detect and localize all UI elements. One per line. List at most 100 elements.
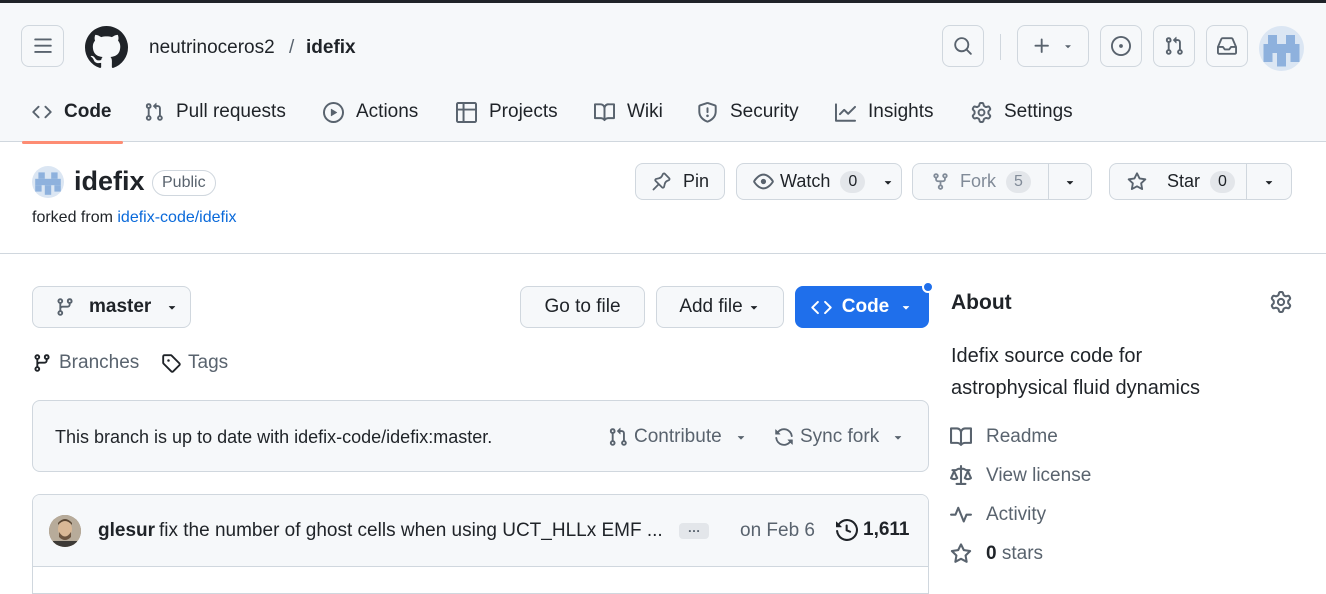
license-label: View license [986, 465, 1092, 486]
caret-down-icon [885, 180, 892, 185]
tab-projects[interactable]: Projects [456, 101, 558, 123]
latest-commit-row: glesur fix the number of ghost cells whe… [33, 495, 928, 567]
history-icon [836, 519, 858, 541]
breadcrumb-owner[interactable]: neutrinoceros2 [149, 37, 275, 59]
shield-icon [698, 101, 717, 123]
code-icon [811, 300, 832, 314]
user-avatar[interactable] [1259, 26, 1304, 71]
tab-settings[interactable]: Settings [971, 101, 1073, 123]
forked-from-line: forked from idefix-code/idefix [32, 209, 237, 227]
stars-label: stars [996, 543, 1044, 564]
star-button-group: Star 0 [1109, 163, 1292, 200]
issues-button[interactable] [1100, 25, 1142, 67]
caret-down-icon [1066, 180, 1074, 185]
watch-count: 0 [840, 170, 866, 193]
search-icon [954, 37, 972, 55]
repo-owner-avatar[interactable] [32, 166, 64, 198]
github-logo[interactable] [85, 26, 128, 69]
gear-icon [971, 101, 992, 123]
branch-status-box: This branch is up to date with idefix-co… [32, 400, 929, 472]
tags-link[interactable]: Tags [161, 352, 228, 374]
fork-dropdown[interactable] [1049, 175, 1091, 189]
star-count: 0 [1210, 170, 1235, 193]
git-branch-icon [34, 354, 50, 372]
tab-insights-label: Insights [868, 101, 934, 122]
watch-button[interactable]: Watch 0 [736, 163, 902, 200]
menu-button[interactable] [21, 25, 64, 67]
repo-title[interactable]: idefix [74, 166, 145, 197]
code-button-label: Code [841, 296, 890, 317]
tab-wiki-label: Wiki [627, 101, 663, 122]
branches-link[interactable]: Branches [32, 352, 139, 374]
expand-commit-button[interactable]: … [679, 521, 709, 539]
tab-code[interactable]: Code [32, 101, 112, 123]
commit-author[interactable]: glesur [98, 520, 155, 542]
search-button[interactable] [942, 25, 984, 67]
activity-label: Activity [986, 504, 1047, 525]
fork-count: 5 [1006, 170, 1031, 193]
git-pull-request-icon [609, 427, 627, 446]
add-file-button[interactable]: Add file [656, 286, 784, 328]
breadcrumb-repo[interactable]: idefix [306, 37, 356, 59]
star-icon [1127, 171, 1147, 190]
license-link[interactable]: View license [950, 465, 1091, 487]
code-icon [32, 105, 52, 119]
visibility-badge: Public [152, 170, 216, 196]
star-icon [950, 543, 972, 563]
commit-history-link[interactable]: 1,611 [836, 519, 910, 541]
star-button[interactable]: Star 0 [1110, 164, 1247, 199]
code-button[interactable]: Code [795, 286, 929, 328]
graph-icon [835, 102, 856, 122]
inbox-icon [1217, 37, 1237, 55]
identicon-avatar-icon [1263, 35, 1300, 67]
contribute-label: Contribute [634, 426, 722, 447]
repo-description: Idefix source code for astrophysical flu… [951, 345, 1200, 399]
forked-from-link[interactable]: idefix-code/idefix [117, 209, 236, 226]
pull-requests-button[interactable] [1153, 25, 1195, 67]
table-icon [456, 101, 477, 123]
pin-icon [652, 172, 671, 191]
about-settings-button[interactable] [1270, 291, 1292, 313]
pin-button[interactable]: Pin [635, 163, 725, 200]
eye-icon [753, 173, 774, 190]
commit-message[interactable]: fix the number of ghost cells when using… [159, 520, 663, 542]
contribute-button[interactable]: Contribute [608, 426, 748, 448]
sync-fork-button[interactable]: Sync fork [774, 426, 905, 448]
inbox-button[interactable] [1206, 25, 1248, 67]
tab-insights[interactable]: Insights [835, 101, 933, 123]
commit-author-avatar[interactable] [49, 515, 81, 547]
tab-actions[interactable]: Actions [323, 101, 418, 123]
law-icon [950, 465, 972, 485]
tag-icon [162, 354, 181, 373]
tab-pull-requests[interactable]: Pull requests [144, 101, 286, 123]
tags-label: Tags [188, 352, 229, 373]
fork-button[interactable]: Fork 5 [913, 164, 1049, 199]
create-new-button[interactable] [1017, 25, 1089, 67]
top-header: neutrinoceros2 / idefix Code Pull reques… [0, 0, 1326, 144]
tab-projects-label: Projects [489, 101, 558, 122]
forked-from-text: forked from [32, 209, 118, 226]
breadcrumb-separator: / [289, 37, 295, 58]
play-icon [323, 101, 344, 123]
star-dropdown[interactable] [1247, 175, 1291, 189]
fork-label: Fork [960, 171, 996, 191]
go-to-file-button[interactable]: Go to file [520, 286, 645, 328]
sync-icon [775, 428, 793, 446]
stars-link[interactable]: 0 stars [950, 543, 1043, 565]
commit-date: on Feb 6 [740, 520, 815, 541]
caret-down-icon [1065, 45, 1071, 49]
header-divider [0, 253, 1326, 254]
repo-forked-icon [933, 173, 948, 190]
branch-selector[interactable]: master [32, 286, 191, 328]
readme-link[interactable]: Readme [950, 426, 1058, 448]
sync-fork-label: Sync fork [800, 426, 880, 447]
file-table: glesur fix the number of ghost cells whe… [32, 494, 929, 594]
author-portrait-icon [49, 515, 81, 547]
git-branch-icon [57, 298, 73, 316]
commit-count: 1,611 [863, 519, 910, 540]
tab-security[interactable]: Security [697, 101, 799, 123]
tab-wiki[interactable]: Wiki [594, 101, 663, 123]
caret-down-icon [1265, 180, 1273, 185]
tab-code-label: Code [64, 101, 112, 122]
activity-link[interactable]: Activity [950, 504, 1046, 526]
